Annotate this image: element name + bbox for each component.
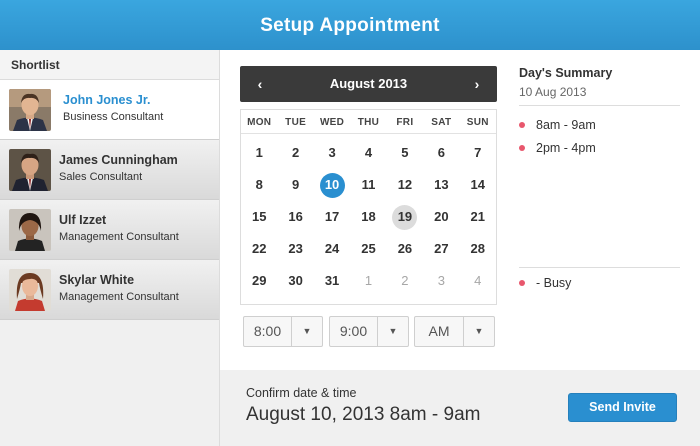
shortlist-sidebar: Shortlist John Jones Jr. Business Consul…	[0, 50, 220, 446]
weekday-label: MON	[247, 117, 272, 128]
calendar-day[interactable]: 1	[241, 137, 277, 169]
chevron-right-icon[interactable]: ›	[459, 66, 495, 102]
calendar-day[interactable]: 7	[460, 137, 496, 169]
minute-value: 9:00	[339, 323, 368, 339]
calendar-day[interactable]: 13	[423, 169, 459, 201]
shortlist-item[interactable]: James Cunningham Sales Consultant	[0, 140, 219, 200]
person-name: James Cunningham	[59, 153, 178, 167]
avatar	[9, 149, 51, 191]
period-select[interactable]: AM ▼	[414, 316, 495, 347]
calendar-day[interactable]: 29	[241, 265, 277, 297]
calendar-day[interactable]: 28	[460, 233, 496, 265]
calendar-day[interactable]: 22	[241, 233, 277, 265]
calendar-day[interactable]: 25	[350, 233, 386, 265]
calendar-day[interactable]: 16	[277, 201, 313, 233]
hour-select[interactable]: 8:00 ▼	[243, 316, 323, 347]
calendar-day[interactable]: 27	[423, 233, 459, 265]
calendar-day[interactable]: 18	[350, 201, 386, 233]
calendar-day-selected[interactable]: 10	[314, 169, 350, 201]
calendar-day[interactable]: 5	[387, 137, 423, 169]
calendar-day-next-month[interactable]: 2	[387, 265, 423, 297]
summary-title: Day's Summary	[519, 66, 613, 80]
divider	[519, 105, 680, 106]
period-value: AM	[428, 323, 450, 339]
weekday-label: TUE	[285, 117, 307, 128]
weekday-label: SUN	[466, 117, 489, 128]
weekday-label: SAT	[431, 117, 452, 128]
calendar-day[interactable]: 11	[350, 169, 386, 201]
weekday-label: FRI	[396, 117, 414, 128]
send-invite-button[interactable]: Send Invite	[568, 393, 677, 422]
calendar-day[interactable]: 15	[241, 201, 277, 233]
hour-value: 8:00	[253, 323, 282, 339]
calendar-day[interactable]: 4	[350, 137, 386, 169]
person-role: Business Consultant	[63, 111, 164, 123]
confirm-label: Confirm date & time	[246, 386, 357, 400]
minute-select[interactable]: 9:00 ▼	[329, 316, 409, 347]
busy-dot-icon	[519, 279, 525, 286]
summary-date: 10 Aug 2013	[519, 85, 587, 99]
calendar-day[interactable]: 24	[314, 233, 350, 265]
person-role: Management Consultant	[59, 231, 179, 243]
person-name: John Jones Jr.	[63, 93, 151, 107]
calendar-day[interactable]: 2	[277, 137, 313, 169]
page-title: Setup Appointment	[260, 15, 440, 36]
calendar-day-next-month[interactable]: 1	[350, 265, 386, 297]
weekday-label: WED	[319, 117, 345, 128]
calendar-day[interactable]: 20	[423, 201, 459, 233]
person-name: Skylar White	[59, 273, 135, 287]
calendar-day[interactable]: 14	[460, 169, 496, 201]
divider	[519, 267, 680, 268]
calendar-day[interactable]: 21	[460, 201, 496, 233]
calendar-day[interactable]: 9	[277, 169, 313, 201]
calendar: ‹ August 2013 › MON TUE WED THU FRI SAT …	[240, 66, 497, 305]
avatar	[9, 89, 51, 131]
busy-dot-icon	[519, 144, 525, 151]
avatar	[9, 269, 51, 311]
person-role: Sales Consultant	[59, 171, 143, 183]
busy-dot-icon	[519, 121, 525, 128]
weekday-row: MON TUE WED THU FRI SAT SUN	[241, 110, 496, 134]
shortlist-title: Shortlist	[0, 50, 219, 80]
calendar-day-next-month[interactable]: 4	[460, 265, 496, 297]
calendar-day[interactable]: 30	[277, 265, 313, 297]
calendar-day[interactable]: 26	[387, 233, 423, 265]
person-name: Ulf Izzet	[59, 213, 107, 227]
legend-busy: - Busy	[519, 276, 571, 290]
chevron-down-icon[interactable]: ▼	[377, 317, 408, 346]
busy-slot: 2pm - 4pm	[519, 141, 596, 155]
calendar-day-today[interactable]: 19	[387, 201, 423, 233]
calendar-day[interactable]: 6	[423, 137, 459, 169]
shortlist-item[interactable]: Skylar White Management Consultant	[0, 260, 219, 320]
calendar-day[interactable]: 12	[387, 169, 423, 201]
busy-slot: 8am - 9am	[519, 118, 596, 132]
avatar	[9, 209, 51, 251]
chevron-down-icon[interactable]: ▼	[463, 317, 494, 346]
calendar-grid: 1 2 3 4 5 6 7 8 9 10 11 12 13 14 15 16 1…	[241, 134, 496, 297]
calendar-day[interactable]: 31	[314, 265, 350, 297]
weekday-label: THU	[357, 117, 380, 128]
confirm-footer: Confirm date & time August 10, 2013 8am …	[220, 370, 700, 446]
calendar-day[interactable]: 3	[314, 137, 350, 169]
shortlist-item[interactable]: John Jones Jr. Business Consultant	[0, 80, 219, 140]
calendar-body: MON TUE WED THU FRI SAT SUN 1 2 3 4 5 6 …	[240, 109, 497, 305]
shortlist-item[interactable]: Ulf Izzet Management Consultant	[0, 200, 219, 260]
confirm-value: August 10, 2013 8am - 9am	[246, 404, 481, 425]
day-summary: Day's Summary 10 Aug 2013 8am - 9am 2pm …	[519, 66, 680, 290]
calendar-day[interactable]: 17	[314, 201, 350, 233]
calendar-day[interactable]: 23	[277, 233, 313, 265]
calendar-header: ‹ August 2013 ›	[240, 66, 497, 102]
header-bar: Setup Appointment	[0, 0, 700, 50]
calendar-day-next-month[interactable]: 3	[423, 265, 459, 297]
person-role: Management Consultant	[59, 291, 179, 303]
calendar-day[interactable]: 8	[241, 169, 277, 201]
chevron-down-icon[interactable]: ▼	[291, 317, 322, 346]
